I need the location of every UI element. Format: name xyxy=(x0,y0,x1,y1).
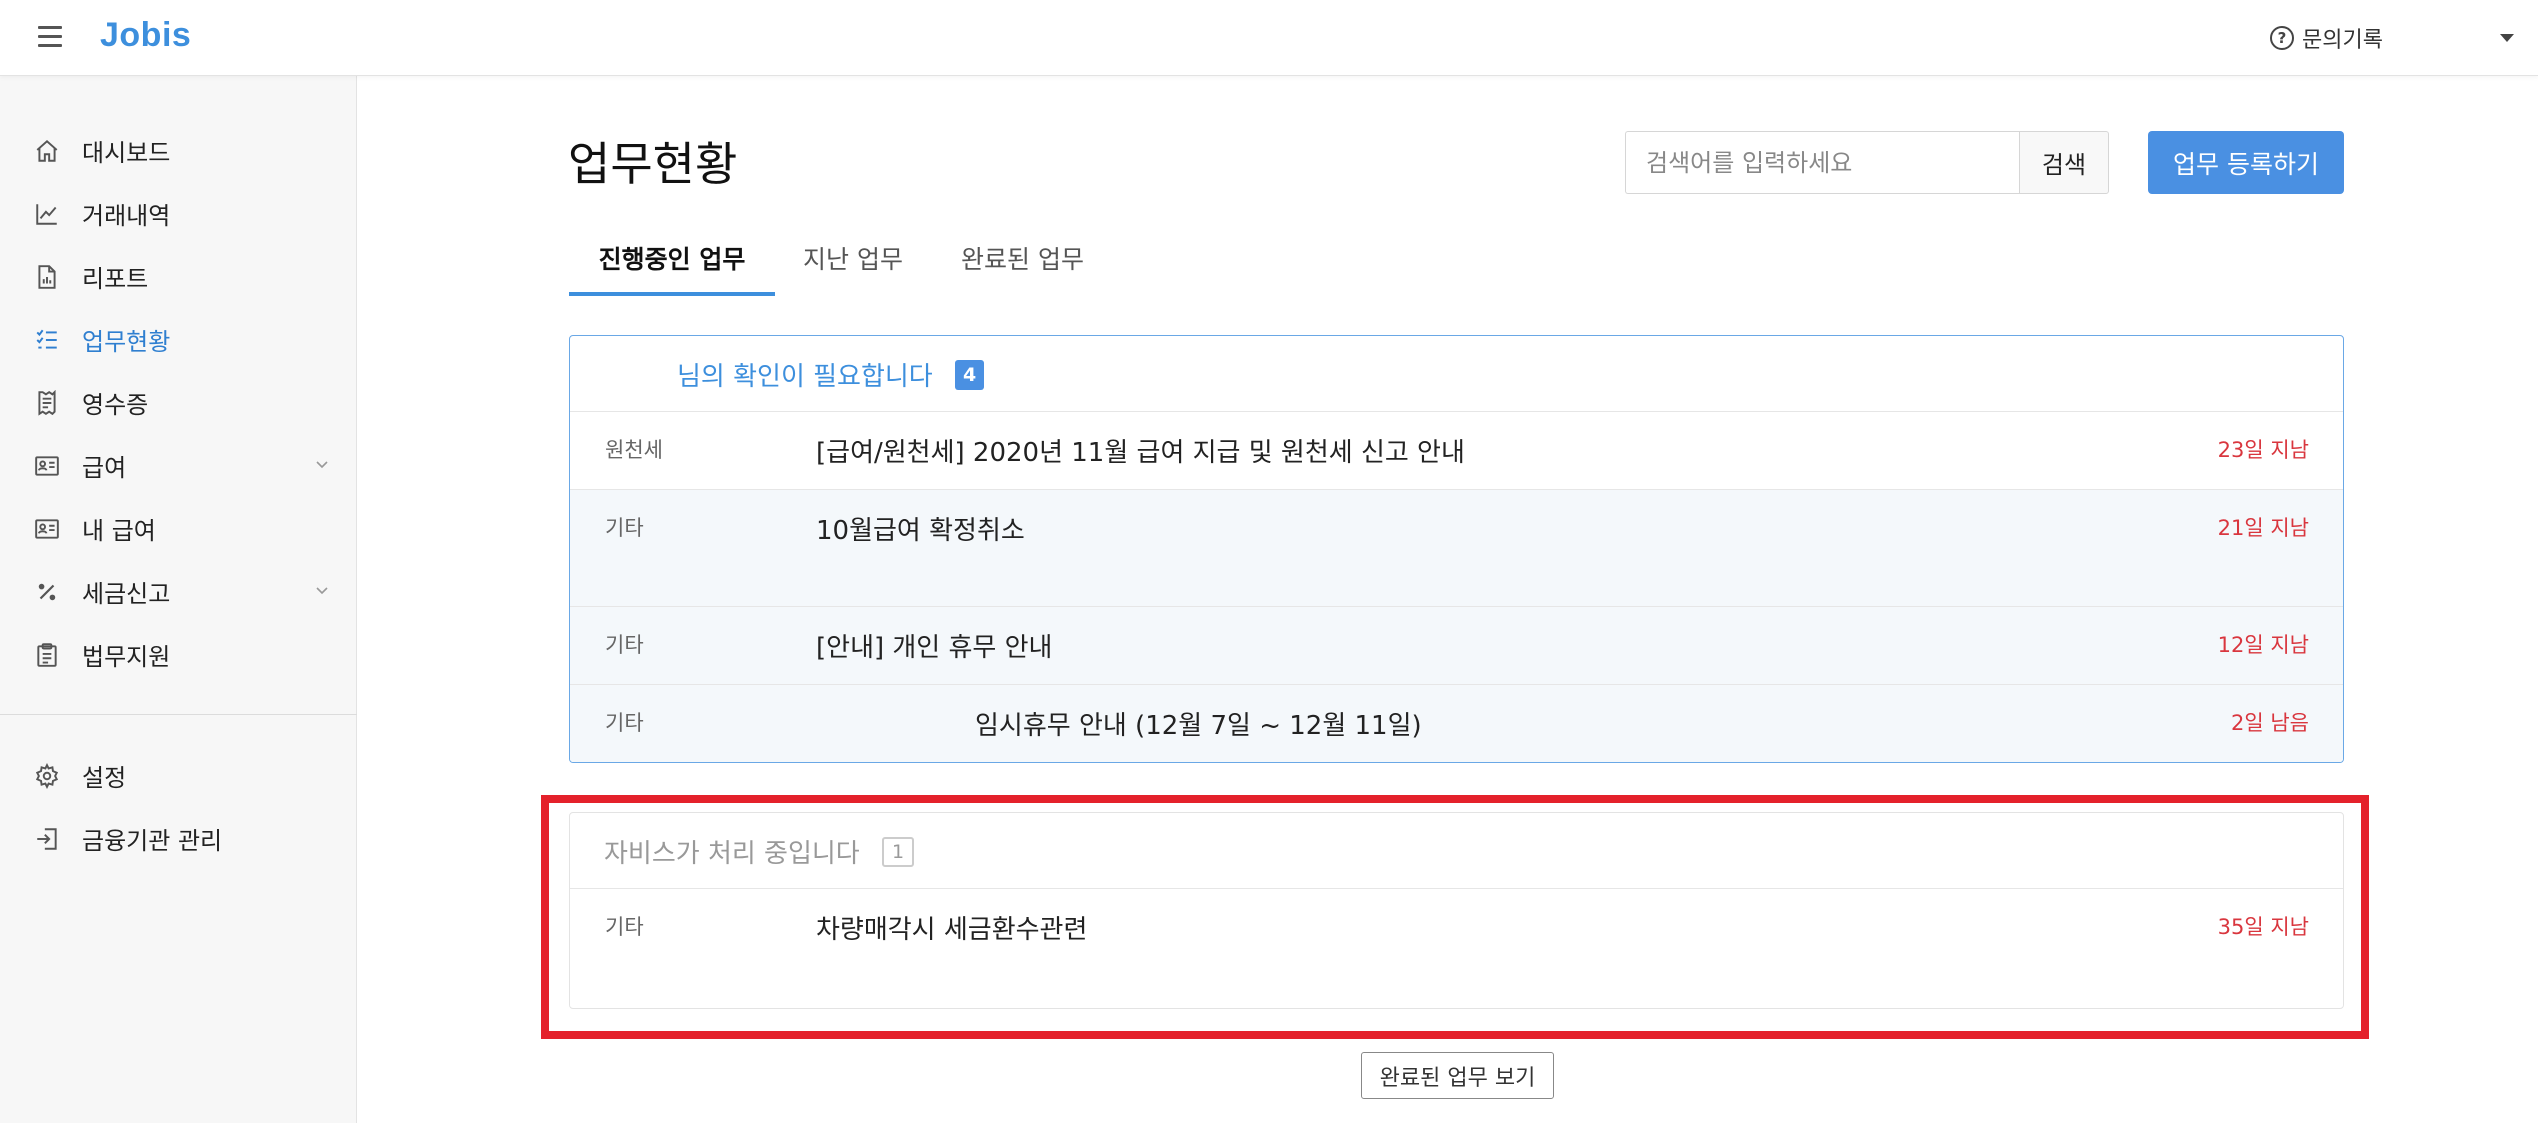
task-due-status: 12일 지남 xyxy=(2217,633,2309,657)
task-category: 기타 xyxy=(605,516,644,540)
sidebar: 대시보드 거래내역 리포트 업무현황 영수증 급여 내 급여 세금신고 법무지원… xyxy=(0,76,357,1123)
sidebar-item-label: 내 급여 xyxy=(82,516,156,545)
sidebar-item-receipts[interactable]: 영수증 xyxy=(0,377,357,427)
task-due-status: 35일 지남 xyxy=(2217,915,2309,939)
login-arrow-icon xyxy=(37,828,57,850)
jobis-processing-panel: 자비스가 처리 중입니다 1 기타 차량매각시 세금환수관련 35일 지남 xyxy=(569,812,2344,1009)
task-due-status: 2일 남음 xyxy=(2231,711,2309,735)
task-category: 원천세 xyxy=(605,438,663,462)
view-completed-tasks-button[interactable]: 완료된 업무 보기 xyxy=(1361,1052,1554,1099)
sidebar-item-settings[interactable]: 설정 xyxy=(0,750,357,800)
sidebar-item-label: 거래내역 xyxy=(82,201,171,230)
search-input[interactable] xyxy=(1625,131,2019,194)
task-due-status: 23일 지남 xyxy=(2217,438,2309,462)
sidebar-item-transactions[interactable]: 거래내역 xyxy=(0,188,357,238)
sidebar-item-label: 리포트 xyxy=(82,264,149,293)
task-category: 기타 xyxy=(605,915,644,939)
task-row[interactable]: 기타 10월급여 확정취소 21일 지남 xyxy=(570,490,2343,607)
confirmation-needed-panel: 님의 확인이 필요합니다 4 원천세 [급여/원천세] 2020년 11월 급여… xyxy=(569,335,2344,763)
panel-header: 님의 확인이 필요합니다 4 xyxy=(570,336,2343,412)
question-circle-icon: ? xyxy=(2270,26,2294,50)
inquiry-history-link[interactable]: ? 문의기록 xyxy=(2270,22,2383,54)
sidebar-item-label: 법무지원 xyxy=(82,642,171,671)
sidebar-item-payroll[interactable]: 급여 xyxy=(0,440,357,490)
app-root: Jobis ? 문의기록 대시보드 거래내역 리포트 업무현황 영수증 급여 내… xyxy=(0,0,2538,1123)
sidebar-item-label: 설정 xyxy=(82,763,127,792)
task-subject: [급여/원천세] 2020년 11월 급여 지급 및 원천세 신고 안내 xyxy=(816,438,1465,468)
home-icon xyxy=(36,139,58,162)
sidebar-item-legal-support[interactable]: 법무지원 xyxy=(0,629,357,679)
task-category: 기타 xyxy=(605,633,644,657)
page-title: 업무현황 xyxy=(568,137,738,191)
report-document-icon xyxy=(38,265,56,289)
logo[interactable]: Jobis xyxy=(100,16,191,55)
count-badge: 1 xyxy=(882,837,915,867)
task-category: 기타 xyxy=(605,711,644,735)
task-due-status: 21일 지남 xyxy=(2217,516,2309,540)
chevron-down-icon[interactable] xyxy=(316,584,328,596)
sidebar-item-tasks[interactable]: 업무현황 xyxy=(0,314,357,364)
count-badge: 4 xyxy=(955,360,985,390)
receipt-icon xyxy=(38,390,56,416)
task-row[interactable]: 기타 임시휴무 안내 (12월 7일 ~ 12월 11일) 2일 남음 xyxy=(570,685,2343,762)
register-task-button[interactable]: 업무 등록하기 xyxy=(2148,131,2344,194)
sidebar-divider xyxy=(0,714,357,715)
task-row[interactable]: 기타 차량매각시 세금환수관련 35일 지남 xyxy=(570,889,2343,1007)
panel-header: 자비스가 처리 중입니다 1 xyxy=(570,813,2343,889)
clipboard-icon xyxy=(37,643,57,667)
sidebar-item-label: 급여 xyxy=(82,453,127,482)
caret-down-icon[interactable] xyxy=(2500,34,2514,42)
tab-past[interactable]: 지난 업무 xyxy=(790,240,916,296)
sidebar-item-label: 업무현황 xyxy=(82,327,171,356)
task-subject: 차량매각시 세금환수관련 xyxy=(816,915,1088,945)
sidebar-item-label: 영수증 xyxy=(82,390,149,419)
task-row[interactable]: 원천세 [급여/원천세] 2020년 11월 급여 지급 및 원천세 신고 안내… xyxy=(570,412,2343,490)
chevron-down-icon[interactable] xyxy=(316,458,328,470)
task-subject: 임시휴무 안내 (12월 7일 ~ 12월 11일) xyxy=(975,711,1422,741)
task-row[interactable]: 기타 [안내] 개인 휴무 안내 12일 지남 xyxy=(570,607,2343,685)
id-card-icon xyxy=(35,519,59,539)
task-list-icon xyxy=(36,329,57,349)
sidebar-item-my-payroll[interactable]: 내 급여 xyxy=(0,503,357,553)
sidebar-item-tax-filing[interactable]: 세금신고 xyxy=(0,566,357,616)
sidebar-item-report[interactable]: 리포트 xyxy=(0,251,357,301)
top-bar: Jobis ? 문의기록 xyxy=(0,0,2538,76)
panel-title: 자비스가 처리 중입니다 xyxy=(604,839,860,869)
gear-icon xyxy=(35,763,59,789)
id-card-icon xyxy=(35,456,59,476)
sidebar-item-label: 세금신고 xyxy=(82,579,171,608)
trend-chart-icon xyxy=(36,204,57,225)
percent-icon xyxy=(38,583,56,601)
tab-in-progress[interactable]: 진행중인 업무 xyxy=(569,240,775,296)
panel-title: 님의 확인이 필요합니다 xyxy=(677,362,933,392)
menu-icon[interactable] xyxy=(38,26,62,48)
sidebar-item-label: 금융기관 관리 xyxy=(82,826,223,855)
search-button[interactable]: 검색 xyxy=(2019,131,2109,194)
sidebar-item-financial-institutions[interactable]: 금융기관 관리 xyxy=(0,813,357,863)
inquiry-history-label: 문의기록 xyxy=(2302,28,2383,53)
sidebar-item-dashboard[interactable]: 대시보드 xyxy=(0,125,357,175)
sidebar-item-label: 대시보드 xyxy=(82,138,171,167)
task-subject: 10월급여 확정취소 xyxy=(816,516,1025,546)
tab-completed[interactable]: 완료된 업무 xyxy=(950,240,1095,296)
task-subject: [안내] 개인 휴무 안내 xyxy=(816,633,1053,663)
